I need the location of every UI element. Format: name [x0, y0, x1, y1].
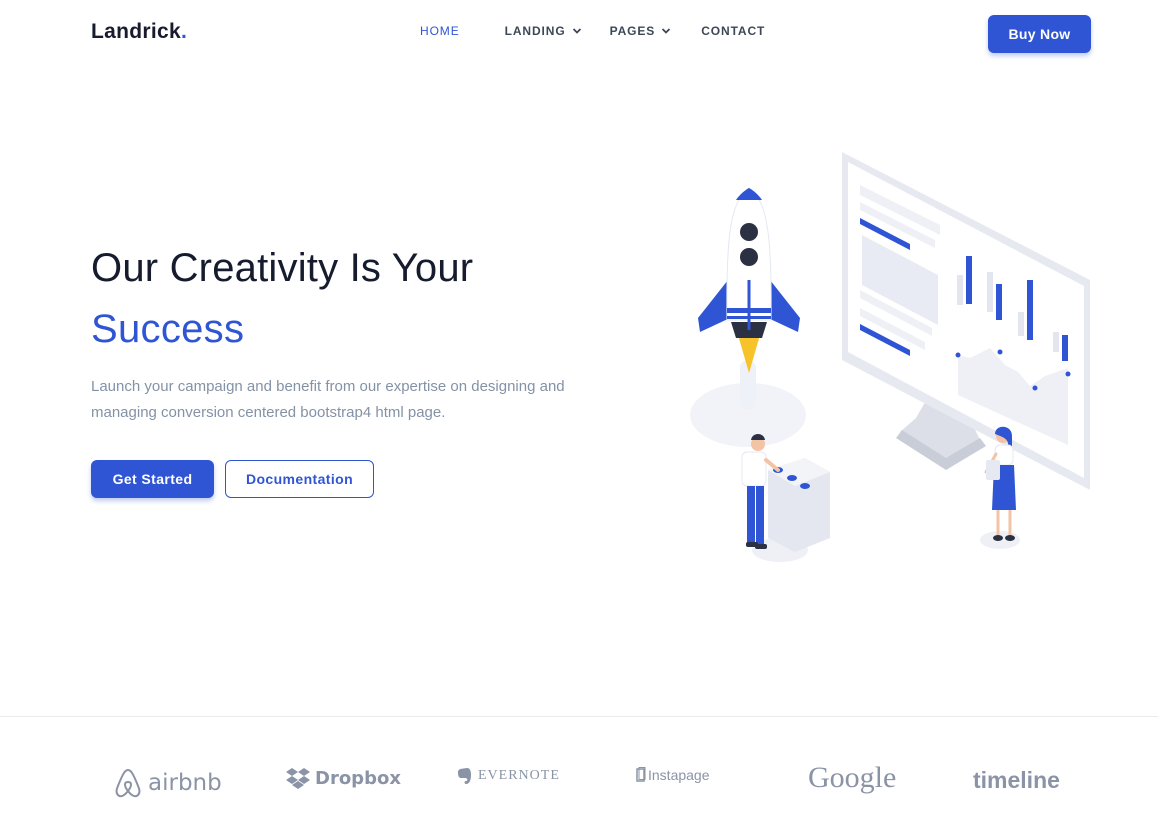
partner-airbnb: airbnb: [113, 767, 222, 799]
nav-item-home[interactable]: HOME: [420, 24, 460, 38]
documentation-button[interactable]: Documentation: [225, 460, 374, 498]
partner-dropbox: Dropbox: [286, 767, 401, 789]
nav-item-label: LANDING: [504, 24, 566, 38]
logo-text: Landrick: [91, 20, 181, 43]
nav-item-landing[interactable]: LANDING: [505, 24, 582, 38]
partner-google: Google: [808, 761, 896, 795]
partner-name: EVERNOTE: [478, 768, 560, 783]
partners-strip: airbnb Dropbox EVERNOTE Instapage Google…: [0, 716, 1158, 836]
nav-item-contact[interactable]: CONTACT: [701, 24, 765, 38]
get-started-button[interactable]: Get Started: [91, 460, 214, 498]
partner-name: Instapage: [648, 767, 710, 783]
partner-evernote: EVERNOTE: [457, 767, 560, 785]
dropbox-icon: [286, 767, 310, 789]
buy-now-button[interactable]: Buy Now: [988, 15, 1091, 53]
evernote-icon: [457, 767, 473, 785]
instapage-icon: [636, 767, 646, 783]
top-navbar: Landrick. HOME LANDING PAGES CONTACT Buy…: [0, 0, 1158, 66]
partner-name: airbnb: [148, 770, 222, 796]
partner-instapage: Instapage: [636, 767, 710, 783]
hero-title: Our Creativity Is Your Success: [91, 242, 651, 355]
partner-name: Dropbox: [315, 767, 401, 789]
partner-timeline: timeline: [973, 767, 1060, 794]
hero-illustration: [670, 140, 1110, 580]
chevron-down-icon: [661, 26, 671, 36]
chevron-down-icon: [572, 26, 582, 36]
airbnb-icon: [113, 767, 143, 799]
nav-item-label: PAGES: [609, 24, 656, 38]
hero-description: Launch your campaign and benefit from ou…: [91, 378, 565, 421]
nav-item-label: CONTACT: [701, 24, 766, 38]
partner-name: timeline: [973, 767, 1060, 793]
partner-name: Google: [808, 761, 897, 794]
nav-item-pages[interactable]: PAGES: [610, 24, 672, 38]
main-nav: HOME LANDING PAGES CONTACT: [420, 24, 795, 38]
logo[interactable]: Landrick.: [91, 20, 187, 44]
hero-title-line1: Our Creativity Is Your: [91, 246, 474, 290]
hero-title-highlight: Success: [91, 307, 245, 351]
logo-dot: .: [180, 20, 188, 43]
nav-item-label: HOME: [420, 24, 460, 38]
rocket-monitor-illustration: [690, 152, 1090, 562]
